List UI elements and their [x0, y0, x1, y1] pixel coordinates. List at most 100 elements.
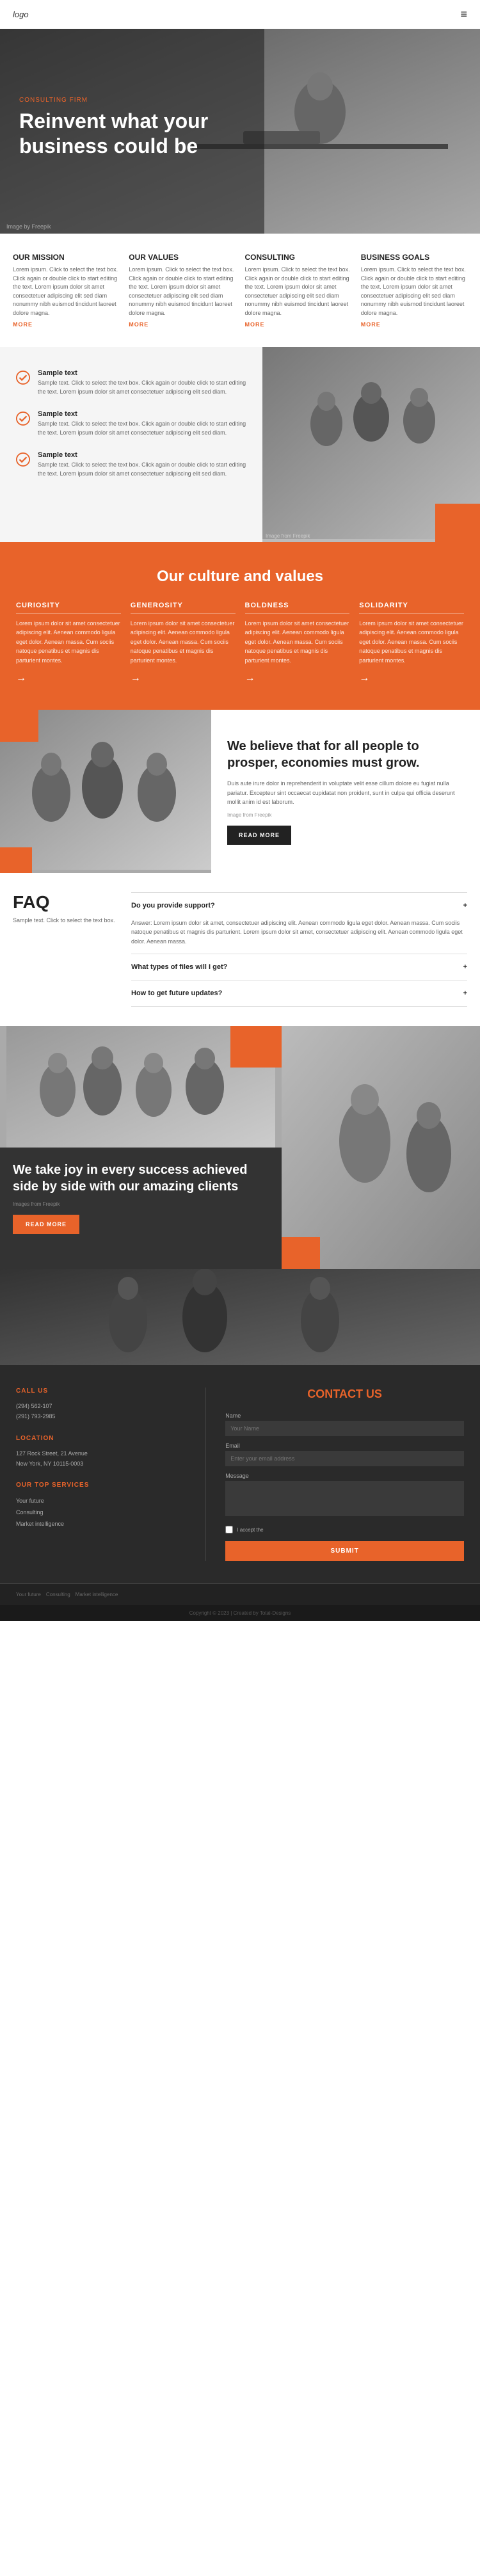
- success-read-more[interactable]: READ MORE: [13, 1215, 79, 1234]
- success-section: We take joy in every success achieved si…: [0, 1026, 480, 1269]
- believe-title: We believe that for all people to prospe…: [227, 738, 464, 771]
- location-block: LOCATION 127 Rock Street, 21 Avenue New …: [16, 1435, 186, 1469]
- success-right-photo: [282, 1026, 480, 1269]
- hero-title: Reinvent what your business could be: [19, 109, 245, 158]
- orange-success-corner: [282, 1237, 320, 1269]
- goals-text: Lorem ipsum. Click to select the text bo…: [361, 266, 467, 317]
- checklist-body-3: Sample text. Click to select the text bo…: [38, 461, 246, 478]
- solidarity-arrow[interactable]: →: [359, 673, 464, 684]
- generosity-text: Lorem ipsum dolor sit amet consectetuer …: [131, 619, 236, 665]
- checklist-left: Sample text Sample text. Click to select…: [0, 347, 262, 542]
- boldness-arrow[interactable]: →: [245, 673, 350, 684]
- generosity-heading: GENEROSITY: [131, 602, 236, 614]
- faq-question-3[interactable]: How to get future updates? +: [131, 980, 467, 1006]
- consulting-more[interactable]: MORE: [245, 321, 351, 328]
- goals-more[interactable]: MORE: [361, 321, 467, 328]
- checklist-body-2: Sample text. Click to select the text bo…: [38, 420, 246, 437]
- name-label: Name: [225, 1412, 464, 1419]
- success-right-image: [282, 1026, 480, 1269]
- service-2: Consulting: [16, 1507, 186, 1518]
- services-block: OUR TOP SERVICES Your future Consulting …: [16, 1482, 186, 1530]
- believe-section: We believe that for all people to prospe…: [0, 710, 480, 873]
- mission-text: Lorem ipsum. Click to select the text bo…: [13, 266, 119, 317]
- success-top-image: [0, 1026, 282, 1148]
- mission-more[interactable]: MORE: [13, 321, 119, 328]
- values-heading: Our Values: [129, 253, 235, 262]
- footer-link-3[interactable]: Market intelligence: [76, 1592, 118, 1597]
- culture-col-generosity: GENEROSITY Lorem ipsum dolor sit amet co…: [131, 602, 236, 684]
- hero-overlay: CONSULTING FIRM Reinvent what your busin…: [0, 29, 264, 234]
- footer-bottom: Copyright © 2023 | Created by Total-Desi…: [0, 1605, 480, 1621]
- consulting-heading: Consulting: [245, 253, 351, 262]
- services-label: OUR TOP SERVICES: [16, 1482, 186, 1489]
- checklist-text-1: Sample text Sample text. Click to select…: [38, 369, 246, 396]
- success-left: We take joy in every success achieved si…: [0, 1026, 282, 1269]
- faq-question-1[interactable]: Do you provide support? +: [131, 893, 467, 918]
- call-us-label: CALL US: [16, 1388, 186, 1395]
- accept-checkbox[interactable]: [225, 1526, 233, 1533]
- goals-col: Business Goals Lorem ipsum. Click to sel…: [361, 253, 467, 328]
- contact-left: CALL US (294) 562-107 (291) 793-2985 LOC…: [16, 1388, 186, 1561]
- service-1: Your future: [16, 1495, 186, 1507]
- bottom-photo: [0, 1269, 480, 1365]
- mission-col: Our Mission Lorem ipsum. Click to select…: [13, 253, 119, 328]
- email-input[interactable]: [225, 1451, 464, 1466]
- checklist-section: Sample text Sample text. Click to select…: [0, 347, 480, 542]
- values-more[interactable]: MORE: [129, 321, 235, 328]
- faq-section: FAQ Sample text. Click to select the tex…: [0, 873, 480, 1026]
- contact-divider: [205, 1388, 206, 1561]
- menu-icon[interactable]: ≡: [460, 8, 467, 21]
- consulting-col: Consulting Lorem ipsum. Click to select …: [245, 253, 351, 328]
- faq-item-2: What types of files will I get? +: [131, 954, 467, 980]
- bottom-section: CALL US (294) 562-107 (291) 793-2985 LOC…: [0, 1269, 480, 1621]
- footer-link-1[interactable]: Your future: [16, 1592, 41, 1597]
- checkmark-icon-3: [16, 452, 30, 467]
- email-label: Email: [225, 1443, 464, 1449]
- faq-toggle-2: +: [463, 963, 467, 971]
- phone-numbers: (294) 562-107 (291) 793-2985: [16, 1401, 186, 1421]
- checklist-item-1: Sample text Sample text. Click to select…: [16, 369, 246, 396]
- curiosity-arrow[interactable]: →: [16, 673, 121, 684]
- success-text-area: We take joy in every success achieved si…: [0, 1148, 282, 1269]
- faq-list: Do you provide support? + Answer: Lorem …: [131, 892, 467, 1007]
- mission-heading: Our Mission: [13, 253, 119, 262]
- checklist-title-3: Sample text: [38, 451, 246, 459]
- faq-toggle-3: +: [463, 989, 467, 997]
- services-list: Your future Consulting Market intelligen…: [16, 1495, 186, 1530]
- believe-content: We believe that for all people to prospe…: [211, 710, 480, 873]
- faq-question-text-1: Do you provide support?: [131, 902, 215, 909]
- message-field-row: Message: [225, 1473, 464, 1519]
- culture-title: Our culture and values: [16, 568, 464, 586]
- orange-success-accent: [230, 1026, 282, 1068]
- values-text: Lorem ipsum. Click to select the text bo…: [129, 266, 235, 317]
- culture-section: Our culture and values CURIOSITY Lorem i…: [0, 542, 480, 710]
- service-3: Market intelligence: [16, 1518, 186, 1530]
- solidarity-text: Lorem ipsum dolor sit amet consectetuer …: [359, 619, 464, 665]
- submit-button[interactable]: SUBMIT: [225, 1541, 464, 1561]
- curiosity-text: Lorem ipsum dolor sit amet consectetuer …: [16, 619, 121, 665]
- checklist-item-2: Sample text Sample text. Click to select…: [16, 410, 246, 437]
- checkmark-icon-2: [16, 412, 30, 426]
- four-columns-section: Our Mission Lorem ipsum. Click to select…: [0, 234, 480, 347]
- navigation: logo ≡: [0, 0, 480, 29]
- culture-col-solidarity: SOLIDARITY Lorem ipsum dolor sit amet co…: [359, 602, 464, 684]
- address-2: New York, NY 10115-0003: [16, 1459, 186, 1469]
- location-label: LOCATION: [16, 1435, 186, 1442]
- consulting-text: Lorem ipsum. Click to select the text bo…: [245, 266, 351, 317]
- generosity-arrow[interactable]: →: [131, 673, 236, 684]
- faq-question-text-3: How to get future updates?: [131, 989, 222, 997]
- orange-accent-tl: [0, 710, 38, 742]
- name-input[interactable]: [225, 1421, 464, 1436]
- message-textarea[interactable]: [225, 1481, 464, 1516]
- culture-col-boldness: BOLDNESS Lorem ipsum dolor sit amet cons…: [245, 602, 350, 684]
- goals-heading: Business Goals: [361, 253, 467, 262]
- believe-read-more[interactable]: READ MORE: [227, 826, 291, 845]
- address: 127 Rock Street, 21 Avenue New York, NY …: [16, 1448, 186, 1469]
- footer-link-2[interactable]: Consulting: [46, 1592, 70, 1597]
- values-col: Our Values Lorem ipsum. Click to select …: [129, 253, 235, 328]
- faq-question-2[interactable]: What types of files will I get? +: [131, 954, 467, 980]
- faq-title: FAQ: [13, 892, 115, 913]
- footer-links: Your future Consulting Market intelligen…: [0, 1583, 480, 1605]
- faq-toggle-1: +: [463, 902, 467, 909]
- message-label: Message: [225, 1473, 464, 1479]
